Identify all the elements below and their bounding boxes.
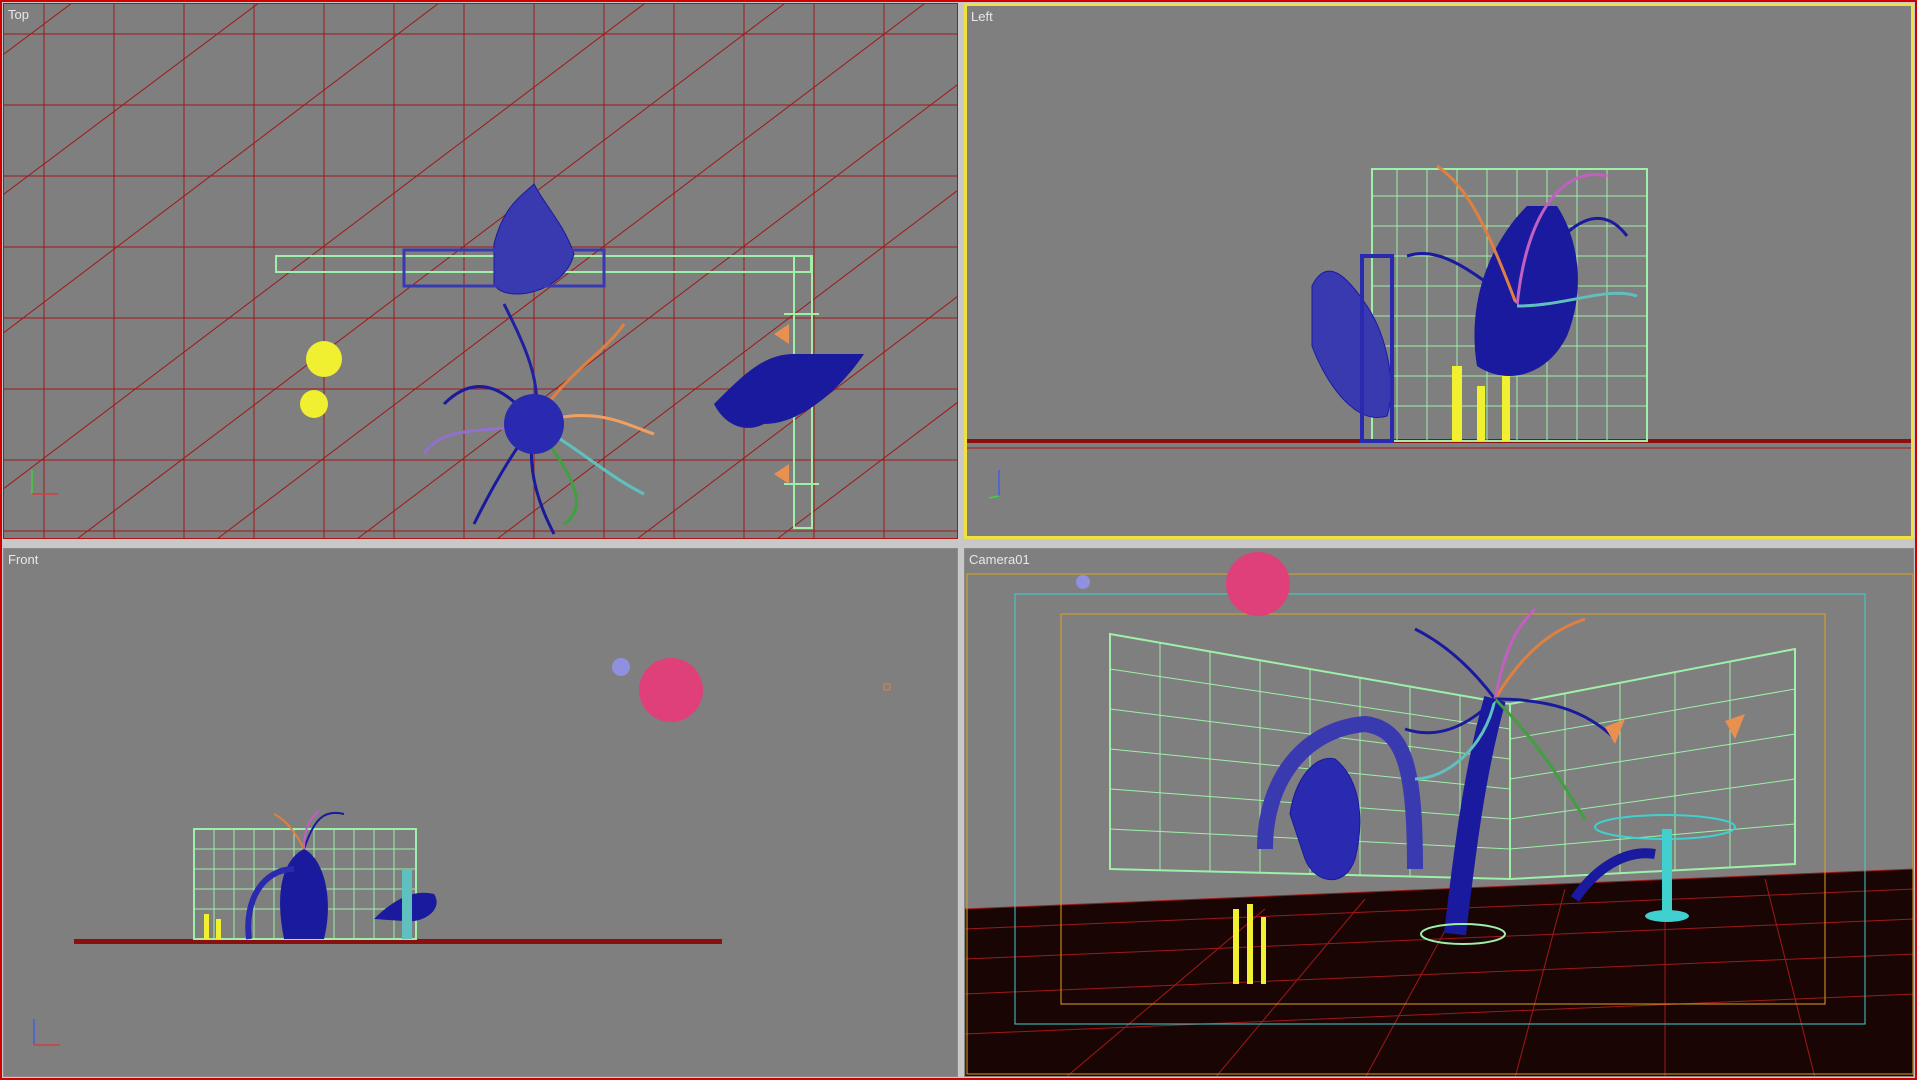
left-view-scene bbox=[967, 164, 1911, 449]
front-axis-gizmo bbox=[33, 1019, 60, 1046]
viewport-camera01-label: Camera01 bbox=[969, 552, 1030, 567]
front-yellow-plants bbox=[204, 914, 221, 939]
viewport-camera01[interactable]: Camera01 bbox=[964, 548, 1914, 1077]
viewport-front-label: Front bbox=[8, 552, 39, 567]
left-yellow-plants bbox=[1452, 366, 1510, 441]
front-view-scene bbox=[74, 658, 891, 944]
camera-view-scene bbox=[965, 552, 1913, 1076]
front-pink-sphere bbox=[639, 658, 703, 722]
top-yellow-plants bbox=[300, 341, 342, 418]
top-tentacles bbox=[422, 303, 655, 535]
front-table bbox=[402, 869, 412, 939]
camera-light-sphere bbox=[1076, 575, 1090, 589]
camera-floor-grid bbox=[965, 868, 1913, 1076]
top-view-scene bbox=[4, 4, 957, 538]
viewport-top[interactable]: Top bbox=[3, 3, 958, 539]
camera-pink-sphere bbox=[1226, 552, 1290, 616]
front-small-marker bbox=[883, 683, 891, 691]
viewport-left-label: Left bbox=[971, 9, 993, 24]
left-axis-gizmo bbox=[988, 470, 1000, 499]
viewport-top-label: Top bbox=[8, 7, 29, 22]
viewport-front[interactable]: Front bbox=[3, 548, 958, 1077]
front-light-sphere bbox=[612, 658, 630, 676]
top-axis-gizmo bbox=[31, 470, 58, 495]
camera-wall-wireframe bbox=[1109, 632, 1796, 881]
viewport-left[interactable]: Left bbox=[964, 3, 1914, 539]
